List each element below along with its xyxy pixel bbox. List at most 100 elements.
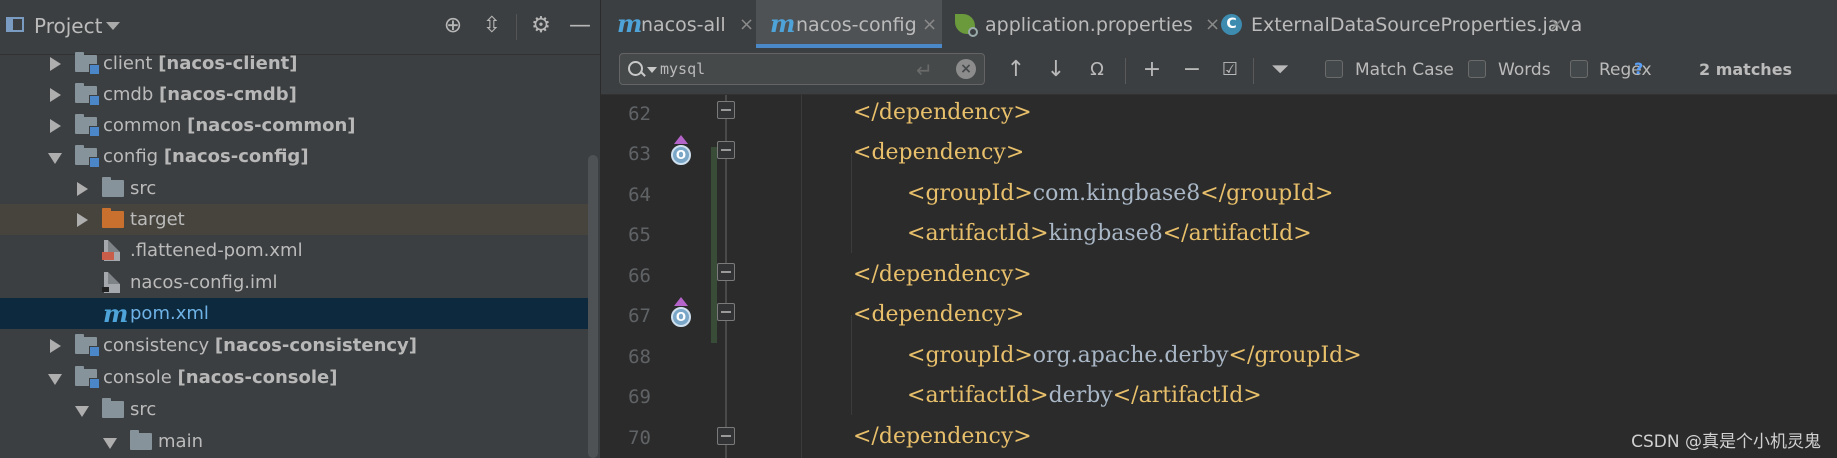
tree-item-src[interactable]: src	[0, 173, 590, 204]
chevron-down-icon[interactable]	[106, 22, 120, 30]
tag-name: artifactId	[925, 221, 1031, 246]
chevron-right-icon[interactable]	[77, 213, 88, 227]
regex-label[interactable]: Regex	[1599, 60, 1652, 80]
regex-checkbox[interactable]	[1570, 60, 1588, 78]
match-case-label[interactable]: Match Case	[1355, 60, 1454, 80]
tag-bracket: <	[853, 302, 872, 327]
xml-file-icon	[102, 240, 120, 261]
tree-item-cmdb[interactable]: cmdb [nacos-cmdb]	[0, 79, 590, 110]
project-scrollbar[interactable]	[588, 155, 598, 458]
previous-occurrence-icon[interactable]: ↑	[1003, 56, 1029, 84]
chevron-right-icon[interactable]	[50, 57, 61, 71]
tree-item-label: target	[130, 209, 185, 230]
fold-marker[interactable]	[717, 427, 735, 445]
fold-marker[interactable]	[717, 303, 735, 321]
code-line[interactable]: </dependency>	[853, 100, 1032, 125]
fold-marker[interactable]	[717, 101, 735, 119]
tree-item-client[interactable]: client [nacos-client]	[0, 48, 590, 79]
fold-marker[interactable]	[717, 263, 735, 281]
line-number: 66	[628, 265, 651, 287]
chevron-right-icon[interactable]	[77, 182, 88, 196]
tab-nacos-config[interactable]: m nacos-config ×	[756, 0, 942, 48]
code-line[interactable]: <dependency>	[853, 140, 1024, 165]
match-count: 2 matches	[1699, 60, 1793, 79]
add-occurrence-icon[interactable]: +	[1137, 56, 1167, 84]
clear-search-icon[interactable]: ×	[956, 59, 976, 79]
module-folder-icon	[75, 83, 100, 106]
tag-bracket: >	[1013, 100, 1032, 125]
code-line[interactable]: </dependency>	[853, 262, 1032, 287]
code-line[interactable]: <artifactId>derby</artifactId>	[907, 383, 1262, 408]
tree-item-flattened-pom[interactable]: .flattened-pom.xml	[0, 235, 590, 266]
fold-marker[interactable]	[717, 141, 735, 159]
close-icon[interactable]: ×	[1205, 14, 1220, 35]
tree-item-config[interactable]: config [nacos-config]	[0, 141, 590, 172]
search-history-dropdown-icon[interactable]	[647, 67, 657, 73]
tab-label: application.properties	[985, 14, 1193, 36]
gear-icon[interactable]: ⚙	[528, 13, 554, 39]
code-line[interactable]: <artifactId>kingbase8</artifactId>	[907, 221, 1312, 246]
collapse-all-icon[interactable]: ⇳	[479, 13, 505, 39]
tree-item-module: [nacos-console]	[177, 367, 338, 388]
chevron-down-icon[interactable]	[48, 374, 62, 385]
tree-item-console[interactable]: console [nacos-console]	[0, 362, 590, 393]
tree-item-target[interactable]: target	[0, 204, 590, 235]
overridden-dependency-icon[interactable]: O	[671, 135, 691, 169]
header-divider	[516, 14, 517, 40]
regex-help-link[interactable]: ?	[1634, 59, 1643, 78]
module-folder-icon	[75, 145, 100, 168]
tree-item-console-src[interactable]: src	[0, 394, 590, 425]
overridden-dependency-icon[interactable]: O	[671, 297, 691, 331]
search-icon[interactable]	[628, 61, 643, 76]
close-icon[interactable]: ×	[922, 14, 937, 35]
locate-icon[interactable]: ⊕	[440, 13, 466, 39]
chevron-right-icon[interactable]	[50, 339, 61, 353]
code-area[interactable]: O O 62 63 64 65 66 67 68 69 70 </depende…	[601, 95, 1837, 458]
select-all-occurrences-icon[interactable]: Ω	[1083, 56, 1111, 84]
chevron-down-icon[interactable]	[103, 438, 117, 449]
tree-item-consistency[interactable]: consistency [nacos-consistency]	[0, 330, 590, 361]
project-view-title[interactable]: Project	[34, 14, 102, 38]
tag-name: groupId	[925, 343, 1015, 368]
tag-name: dependency	[871, 302, 1006, 327]
search-box[interactable]: ↵ ×	[619, 53, 985, 85]
tab-label: nacos-config	[796, 14, 917, 36]
tab-external-datasource[interactable]: C ExternalDataSourceProperties.java ×	[1219, 0, 1582, 46]
line-number: 63	[628, 143, 651, 165]
words-checkbox[interactable]	[1468, 60, 1486, 78]
remove-occurrence-icon[interactable]: −	[1177, 56, 1207, 84]
tag-text: org.apache.derby	[1032, 343, 1229, 368]
line-number: 67	[628, 305, 651, 327]
match-case-checkbox[interactable]	[1325, 60, 1343, 78]
tag-bracket: <	[907, 221, 926, 246]
newline-icon[interactable]: ↵	[916, 58, 933, 82]
filter-icon[interactable]: ⏷	[1265, 56, 1295, 84]
watermark: CSDN @真是个小机灵鬼	[1631, 432, 1821, 452]
tab-nacos-all[interactable]: m nacos-all ×	[617, 0, 757, 46]
chevron-down-icon[interactable]	[75, 406, 89, 417]
tree-item-label: src	[130, 178, 157, 199]
next-occurrence-icon[interactable]: ↓	[1043, 56, 1069, 84]
module-folder-icon	[75, 334, 100, 357]
tab-application-properties[interactable]: application.properties ×	[953, 0, 1223, 46]
chevron-right-icon[interactable]	[50, 119, 61, 133]
editor-tab-bar: m nacos-all × m nacos-config × applicati…	[601, 0, 1837, 49]
code-line[interactable]: <groupId>com.kingbase8</groupId>	[907, 181, 1333, 206]
words-label[interactable]: Words	[1498, 60, 1551, 80]
code-line[interactable]: <dependency>	[853, 302, 1024, 327]
close-icon[interactable]: ×	[739, 14, 754, 35]
chevron-down-icon[interactable]	[48, 153, 62, 164]
tree-item-main[interactable]: main	[0, 426, 590, 457]
search-input[interactable]	[660, 57, 910, 81]
tree-item-iml[interactable]: nacos-config.iml	[0, 267, 590, 298]
tag-name: artifactId	[925, 383, 1031, 408]
tree-item-common[interactable]: common [nacos-common]	[0, 110, 590, 141]
select-all-icon[interactable]: ☑	[1215, 56, 1245, 84]
tag-bracket: >	[1013, 262, 1032, 287]
code-line[interactable]: </dependency>	[853, 424, 1032, 449]
chevron-right-icon[interactable]	[50, 88, 61, 102]
hide-panel-icon[interactable]: —	[567, 13, 593, 39]
tree-item-pom[interactable]: m pom.xml	[0, 298, 590, 329]
close-icon[interactable]: ×	[1549, 14, 1564, 35]
code-line[interactable]: <groupId>org.apache.derby</groupId>	[907, 343, 1362, 368]
